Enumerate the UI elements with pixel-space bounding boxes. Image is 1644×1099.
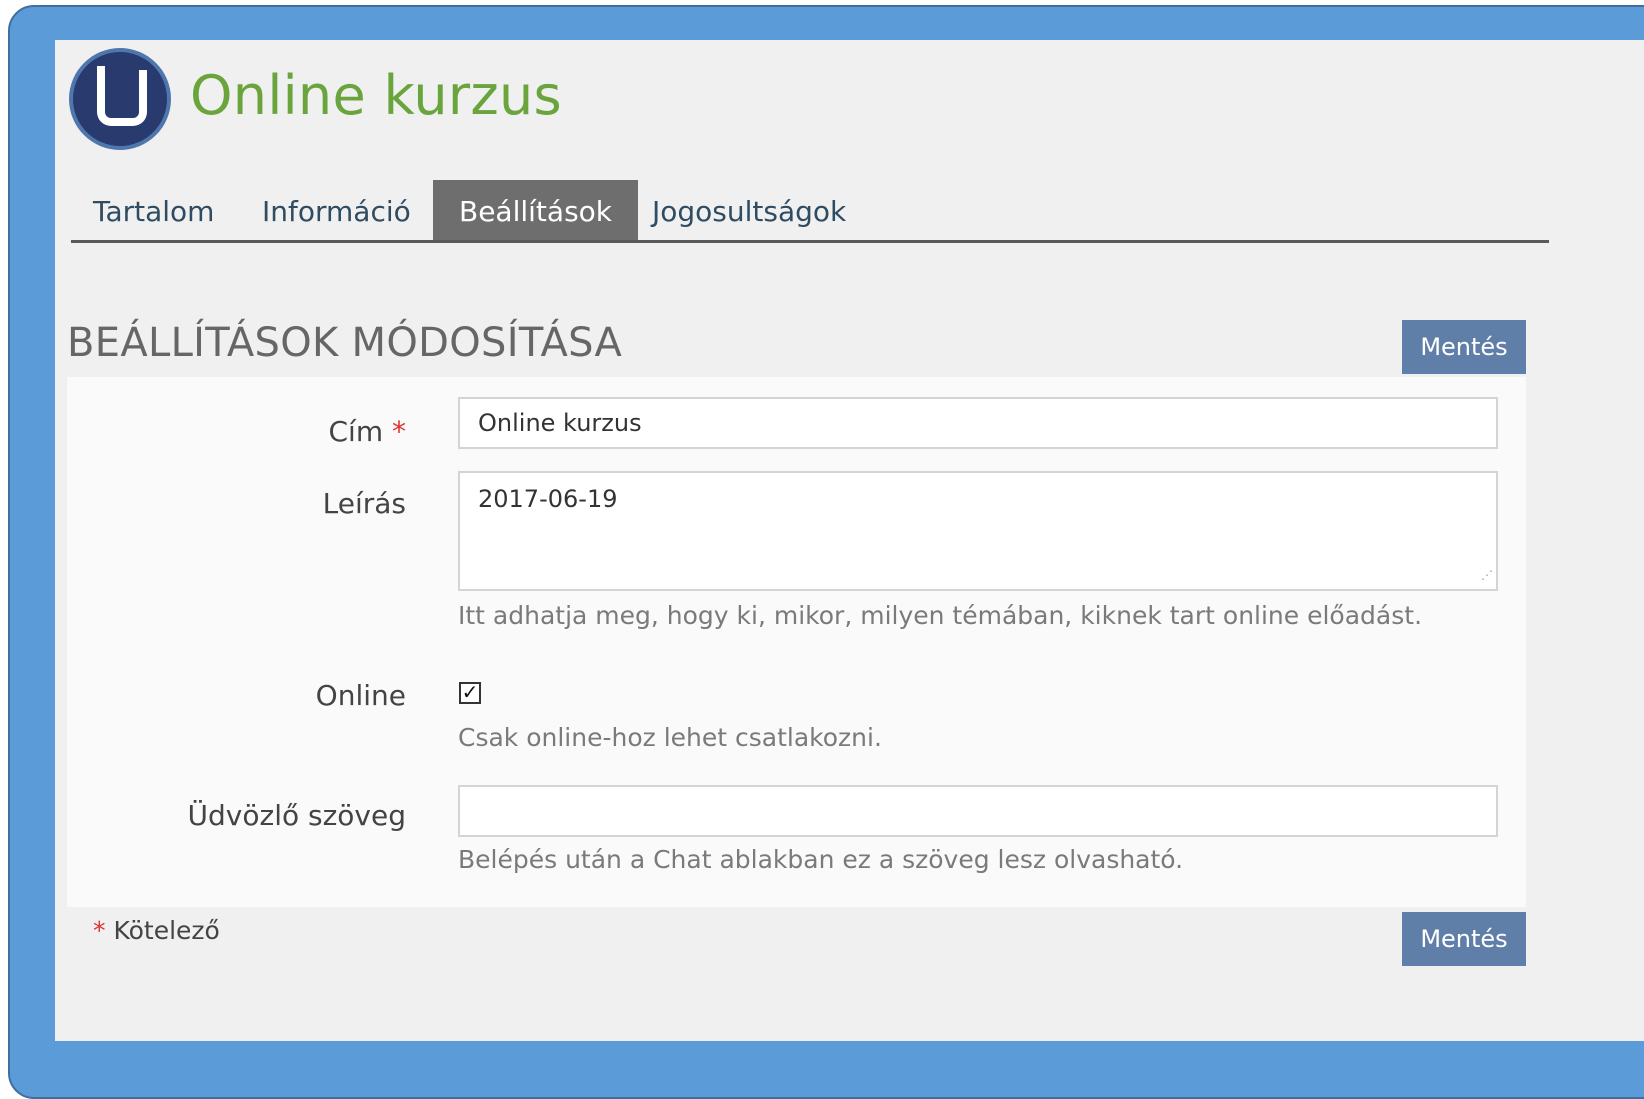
online-help: Csak online-hoz lehet csatlakozni. <box>458 723 882 752</box>
title-field-label: Cím * <box>328 415 406 448</box>
tab-content[interactable]: Tartalom <box>93 180 214 240</box>
description-help: Itt adhatja meg, hogy ki, mikor, milyen … <box>458 601 1423 630</box>
tab-permissions[interactable]: Jogosultságok <box>652 180 846 240</box>
online-label: Online <box>315 679 406 712</box>
save-button-top[interactable]: Mentés <box>1402 320 1526 374</box>
logo <box>73 52 167 146</box>
online-checkbox[interactable]: ✓ <box>459 682 481 704</box>
main-panel: Online kurzus Tartalom Információ Beállí… <box>55 40 1644 1041</box>
checkmark-icon: ✓ <box>461 680 479 704</box>
welcome-input[interactable] <box>458 785 1498 837</box>
required-marker: * <box>392 415 406 448</box>
welcome-label: Üdvözlő szöveg <box>187 799 406 832</box>
description-textarea[interactable]: 2017-06-19 <box>458 471 1498 591</box>
required-note-text: Kötelező <box>113 916 220 945</box>
required-note: * Kötelező <box>93 916 220 945</box>
description-label: Leírás <box>322 487 406 520</box>
section-title: BEÁLLÍTÁSOK MÓDOSÍTÁSA <box>67 320 623 366</box>
welcome-help: Belépés után a Chat ablakban ez a szöveg… <box>458 845 1184 874</box>
tab-settings[interactable]: Beállítások <box>433 180 639 240</box>
resize-grip-icon[interactable]: ⋰ <box>1481 568 1497 584</box>
page-title: Online kurzus <box>190 64 562 127</box>
save-button-bottom[interactable]: Mentés <box>1402 912 1526 966</box>
tab-bar: Tartalom Információ Beállítások Jogosult… <box>71 180 1549 243</box>
title-input[interactable] <box>458 397 1498 449</box>
b-logo-icon <box>97 70 147 126</box>
required-note-marker: * <box>93 916 106 945</box>
title-label-text: Cím <box>328 415 384 448</box>
settings-form: Cím * Leírás 2017-06-19 ⋰ Itt adhatja me… <box>67 377 1526 907</box>
tab-information[interactable]: Információ <box>262 180 411 240</box>
